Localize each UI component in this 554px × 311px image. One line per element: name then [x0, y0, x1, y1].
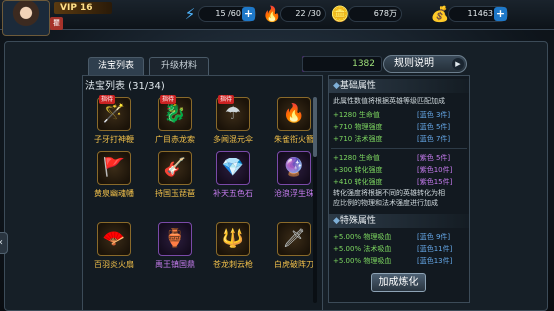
treasure-icon: 🎸 [158, 151, 192, 185]
attribute-set-tag: [蓝色 9件] [417, 233, 451, 241]
attribute-set-tag: [蓝色 3件] [417, 111, 451, 119]
divider [331, 148, 467, 149]
hot-tag: 指待 [218, 95, 235, 104]
attribute-value: +5.00% 物理吸血 [333, 233, 392, 241]
base-attr-header: ◆基础属性 [329, 79, 469, 93]
energy-value: 22 /30 [295, 9, 321, 18]
treasure-icon: 🔮 [277, 151, 311, 185]
attribute-set-tag: [蓝色 5件] [417, 123, 451, 131]
play-arrow-icon: ▶ [452, 58, 464, 70]
coin-counter: 678万 [348, 6, 402, 22]
treasure-name: 持国玉琵琶 [155, 189, 195, 198]
treasure-name: 禹王镇国鼎 [155, 260, 195, 269]
treasure-item[interactable]: 🎸 持国玉琵琶 [152, 151, 198, 207]
attribute-set-tag: [蓝色 7件] [417, 135, 451, 143]
treasure-item[interactable]: 🗡 白虎破阵刀 [271, 222, 317, 278]
energy-counter: 22 /30 [280, 6, 326, 22]
hot-tag: 指待 [160, 95, 177, 104]
player-badge: 瞿 [50, 17, 63, 30]
gold-value: 11463 [467, 9, 493, 18]
treasure-icon: 💎 [216, 151, 250, 185]
treasure-item[interactable]: 🏺 禹王镇国鼎 [152, 222, 198, 278]
attribute-line: +710 物理强度 [蓝色 5件] [333, 122, 450, 132]
attribute-value: +1280 生命值 [333, 111, 380, 119]
energy-icon: 🔥 [262, 5, 282, 23]
attribute-value: +710 法术强度 [333, 135, 383, 143]
treasure-name: 苍龙刺云枪 [213, 260, 253, 269]
attribute-set-tag: [蓝色11件] [417, 245, 453, 253]
attribute-set-tag: [蓝色13件] [417, 257, 453, 265]
treasure-name: 百羽炎火扇 [94, 260, 134, 269]
list-scroll-thumb[interactable] [313, 97, 317, 157]
base-attr-note: 此属性数值将根据英雄等级匹配加成 [333, 97, 445, 105]
treasure-item[interactable]: 🪄 指待 子牙打神鞭 [91, 95, 137, 153]
hot-tag: 指待 [99, 95, 116, 104]
coin-value: 678万 [373, 9, 397, 18]
attribute-value: +710 物理强度 [333, 123, 383, 131]
treasure-name: 子牙打神鞭 [94, 135, 134, 144]
add-gold-button[interactable]: + [494, 7, 507, 21]
stamina-icon: ⚡ [184, 5, 196, 23]
treasure-icon: 🔱 [216, 222, 250, 256]
treasure-item[interactable]: 💎 补天五色石 [210, 151, 256, 207]
diamond-icon: ◆ [333, 216, 340, 226]
attribute-line: +300 转化强度 [紫色10件] [333, 165, 452, 175]
tab-upgrade-materials[interactable]: 升级材料 [149, 57, 209, 75]
treasure-item[interactable]: ☂ 指待 多闻混元伞 [210, 95, 256, 153]
attribute-line: +1280 生命值 [蓝色 3件] [333, 110, 450, 120]
attribute-set-tag: [紫色10件] [417, 166, 453, 174]
attribute-line: +5.00% 法术吸血 [蓝色11件] [333, 244, 452, 254]
coin-icon: 🪙 [330, 5, 350, 23]
treasure-item[interactable]: 🪭 百羽炎火扇 [91, 222, 137, 278]
rules-button-label: 规则说明 [394, 58, 434, 69]
treasure-item[interactable]: 🚩 黄泉幽魂幡 [91, 151, 137, 207]
treasure-icon: 🪭 [97, 222, 131, 256]
attribute-value: +1280 生命值 [333, 154, 380, 162]
attribute-set-tag: [紫色15件] [417, 178, 453, 186]
special-attr-header: ◆特殊属性 [329, 214, 469, 228]
treasure-name: 补天五色石 [213, 189, 253, 198]
treasure-name: 广目赤龙索 [155, 135, 195, 144]
stamina-value: 15 /60 [215, 9, 241, 18]
attribute-line: +5.00% 物理吸血 [蓝色13件] [333, 256, 452, 266]
attribute-set-tag: [紫色 5件] [417, 154, 451, 162]
treasure-icon: 🚩 [97, 151, 131, 185]
treasure-icon: 🗡 [277, 222, 311, 256]
attribute-panel: ◆基础属性 此属性数值将根据英雄等级匹配加成 +1280 生命值 [蓝色 3件]… [328, 75, 470, 303]
stamina-counter: 15 /60 + [198, 6, 256, 22]
treasure-item[interactable]: 🔱 苍龙刺云枪 [210, 222, 256, 278]
synthesize-button[interactable]: 加成炼化 [371, 273, 426, 292]
treasure-list-title: 法宝列表 (31/34) [85, 81, 165, 92]
attribute-value: +5.00% 物理吸血 [333, 257, 392, 265]
gold-counter: 11463 + [448, 6, 508, 22]
player-avatar[interactable] [2, 0, 50, 36]
treasure-item[interactable]: 🔥 朱雀衔火簪 [271, 97, 317, 153]
treasure-name: 黄泉幽魂幡 [94, 189, 134, 198]
treasure-icon: 🔥 [277, 97, 311, 131]
convert-note-line2: 应比例的物理和法术强度进行加成 [333, 199, 438, 207]
convert-note-line1: 转化强度将根据不同的英雄转化为相 [333, 189, 445, 197]
diamond-icon: ◆ [333, 81, 340, 91]
attribute-line: +710 法术强度 [蓝色 7件] [333, 134, 450, 144]
add-stamina-button[interactable]: + [242, 7, 255, 21]
attribute-value: +300 转化强度 [333, 166, 383, 174]
attribute-line: +410 转化强度 [紫色15件] [333, 177, 452, 187]
attribute-value: +410 转化强度 [333, 178, 383, 186]
treasure-item[interactable]: 🔮 沧浪浮生珠 [271, 151, 317, 207]
vip-level: VIP 16 [54, 2, 112, 14]
treasure-item[interactable]: 🐉 指待 广目赤龙索 [152, 95, 198, 153]
treasure-icon: 🏺 [158, 222, 192, 256]
attribute-line: +5.00% 物理吸血 [蓝色 9件] [333, 232, 450, 242]
gold-ingot-icon: 💰 [430, 5, 450, 23]
rules-button[interactable]: 规则说明 ▶ [383, 55, 467, 73]
attribute-value: +5.00% 法术吸血 [333, 245, 392, 253]
material-count: 1382 [302, 56, 382, 72]
attribute-line: +1280 生命值 [紫色 5件] [333, 153, 450, 163]
treasure-name: 多闻混元伞 [213, 135, 253, 144]
tab-treasure-list[interactable]: 法宝列表 [88, 57, 144, 75]
back-arrow-button[interactable]: ‹ [0, 232, 8, 254]
